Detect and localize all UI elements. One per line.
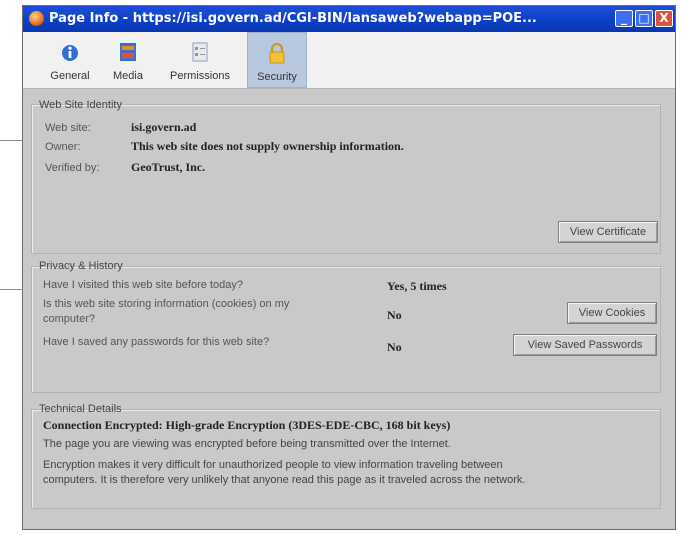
view-cookies-label: View Cookies: [578, 307, 646, 319]
lock-icon: [269, 42, 285, 64]
passwords-question: Have I saved any passwords for this web …: [43, 336, 270, 348]
privacy-title: Privacy & History: [39, 260, 123, 272]
identity-title: Web Site Identity: [39, 99, 122, 111]
visited-answer: Yes, 5 times: [387, 279, 447, 293]
media-icon: [120, 43, 136, 61]
tab-security[interactable]: Security: [247, 32, 307, 88]
tab-media-label: Media: [113, 70, 143, 82]
cookies-question-line2: computer?: [43, 313, 95, 325]
view-saved-passwords-label: View Saved Passwords: [527, 339, 643, 351]
tab-media[interactable]: Media: [103, 32, 153, 88]
cookies-answer: No: [387, 308, 402, 322]
encryption-line3: computers. It is therefore very unlikely…: [43, 474, 526, 486]
window-title: Page Info - https://isi.govern.ad/CGI-BI…: [49, 11, 537, 26]
website-label: Web site:: [45, 122, 91, 134]
encryption-line1: The page you are viewing was encrypted b…: [43, 438, 451, 450]
passwords-answer: No: [387, 340, 402, 354]
technical-title: Technical Details: [39, 403, 122, 415]
close-button[interactable]: X: [655, 10, 673, 27]
verified-label: Verified by:: [45, 162, 100, 174]
maximize-button[interactable]: □: [635, 10, 653, 27]
tab-toolbar: General Media Permissions Security: [23, 32, 675, 89]
cookies-question-line1: Is this web site storing information (co…: [43, 298, 290, 310]
owner-value: This web site does not supply ownership …: [131, 139, 404, 153]
tab-general-label: General: [50, 70, 90, 82]
encryption-headline: Connection Encrypted: High-grade Encrypt…: [43, 418, 451, 432]
verified-value: GeoTrust, Inc.: [131, 160, 206, 174]
view-saved-passwords-button[interactable]: View Saved Passwords: [513, 334, 657, 356]
view-cookies-button[interactable]: View Cookies: [567, 302, 657, 324]
view-certificate-label: View Certificate: [569, 226, 647, 238]
tab-permissions[interactable]: Permissions: [159, 32, 241, 88]
encryption-line2: Encryption makes it very difficult for u…: [43, 459, 503, 471]
page-info-window: Page Info - https://isi.govern.ad/CGI-BI…: [22, 5, 676, 530]
website-value: isi.govern.ad: [131, 120, 197, 134]
view-certificate-button[interactable]: View Certificate: [558, 221, 658, 243]
tab-general[interactable]: General: [43, 32, 97, 88]
permissions-icon: [192, 42, 208, 62]
minimize-button[interactable]: _: [615, 10, 633, 27]
info-icon: [62, 45, 78, 61]
tab-security-label: Security: [257, 71, 297, 83]
title-bar[interactable]: Page Info - https://isi.govern.ad/CGI-BI…: [23, 6, 675, 32]
tab-permissions-label: Permissions: [170, 70, 230, 82]
owner-label: Owner:: [45, 141, 81, 153]
firefox-icon: [29, 11, 44, 26]
visited-question: Have I visited this web site before toda…: [43, 279, 243, 291]
